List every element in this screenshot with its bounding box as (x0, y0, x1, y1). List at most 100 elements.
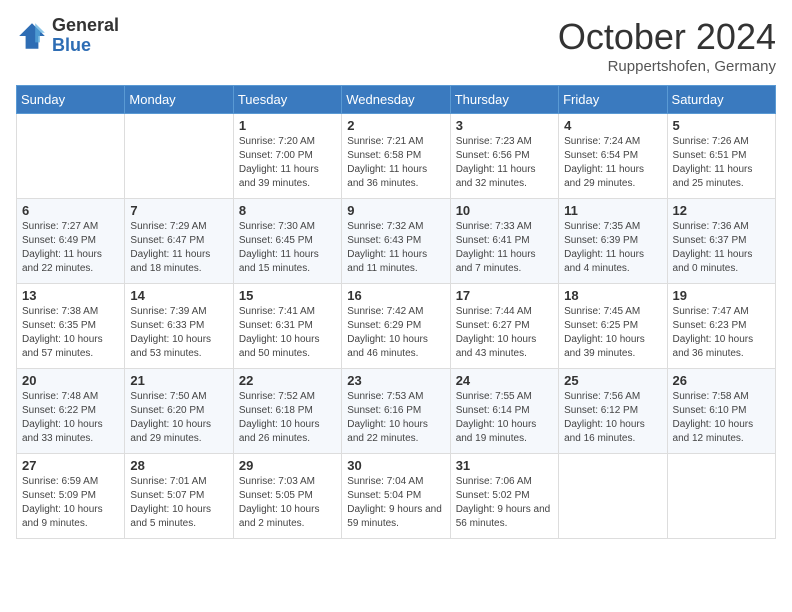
day-info: Sunrise: 7:47 AM Sunset: 6:23 PM Dayligh… (673, 305, 770, 361)
day-of-week-header: Tuesday (233, 86, 341, 114)
calendar-cell: 18 Sunrise: 7:45 AM Sunset: 6:25 PM Dayli… (559, 284, 667, 369)
calendar-cell: 24 Sunrise: 7:55 AM Sunset: 6:14 PM Dayli… (450, 369, 558, 454)
day-number: 8 (239, 203, 336, 218)
day-info: Sunrise: 7:24 AM Sunset: 6:54 PM Dayligh… (564, 135, 661, 191)
calendar-cell: 3 Sunrise: 7:23 AM Sunset: 6:56 PM Daylig… (450, 114, 558, 199)
day-number: 15 (239, 288, 336, 303)
day-number: 5 (673, 118, 770, 133)
day-of-week-header: Thursday (450, 86, 558, 114)
day-of-week-header: Friday (559, 86, 667, 114)
day-of-week-header: Sunday (17, 86, 125, 114)
calendar-cell: 29 Sunrise: 7:03 AM Sunset: 5:05 PM Dayli… (233, 454, 341, 539)
day-info: Sunrise: 6:59 AM Sunset: 5:09 PM Dayligh… (22, 475, 119, 531)
calendar-cell: 15 Sunrise: 7:41 AM Sunset: 6:31 PM Dayli… (233, 284, 341, 369)
calendar-cell: 23 Sunrise: 7:53 AM Sunset: 6:16 PM Dayli… (342, 369, 450, 454)
day-number: 16 (347, 288, 444, 303)
calendar-cell: 7 Sunrise: 7:29 AM Sunset: 6:47 PM Daylig… (125, 199, 233, 284)
day-info: Sunrise: 7:44 AM Sunset: 6:27 PM Dayligh… (456, 305, 553, 361)
day-info: Sunrise: 7:45 AM Sunset: 6:25 PM Dayligh… (564, 305, 661, 361)
day-number: 31 (456, 458, 553, 473)
calendar-cell: 2 Sunrise: 7:21 AM Sunset: 6:58 PM Daylig… (342, 114, 450, 199)
day-number: 24 (456, 373, 553, 388)
calendar-body: 1Sunrise: 7:20 AM Sunset: 7:00 PM Daylig… (17, 114, 776, 539)
day-number: 28 (130, 458, 227, 473)
day-number: 6 (22, 203, 119, 218)
calendar-cell (125, 114, 233, 199)
day-info: Sunrise: 7:26 AM Sunset: 6:51 PM Dayligh… (673, 135, 770, 191)
calendar-cell: 11 Sunrise: 7:35 AM Sunset: 6:39 PM Dayli… (559, 199, 667, 284)
calendar-cell: 6 Sunrise: 7:27 AM Sunset: 6:49 PM Daylig… (17, 199, 125, 284)
title-section: October 2024 Ruppertshofen, Germany (558, 16, 776, 75)
calendar-cell: 27 Sunrise: 6:59 AM Sunset: 5:09 PM Dayli… (17, 454, 125, 539)
day-info: Sunrise: 7:39 AM Sunset: 6:33 PM Dayligh… (130, 305, 227, 361)
calendar-cell: 8 Sunrise: 7:30 AM Sunset: 6:45 PM Daylig… (233, 199, 341, 284)
day-info: Sunrise: 7:53 AM Sunset: 6:16 PM Dayligh… (347, 390, 444, 446)
day-number: 21 (130, 373, 227, 388)
day-info: Sunrise: 7:04 AM Sunset: 5:04 PM Dayligh… (347, 475, 444, 531)
day-of-week-header: Wednesday (342, 86, 450, 114)
day-number: 29 (239, 458, 336, 473)
day-number: 23 (347, 373, 444, 388)
day-number: 2 (347, 118, 444, 133)
logo-text: General Blue (52, 16, 119, 56)
day-info: Sunrise: 7:21 AM Sunset: 6:58 PM Dayligh… (347, 135, 444, 191)
page-header: General Blue October 2024 Ruppertshofen,… (16, 16, 776, 75)
days-of-week-row: SundayMondayTuesdayWednesdayThursdayFrid… (17, 86, 776, 114)
day-info: Sunrise: 7:35 AM Sunset: 6:39 PM Dayligh… (564, 220, 661, 276)
day-info: Sunrise: 7:23 AM Sunset: 6:56 PM Dayligh… (456, 135, 553, 191)
calendar-cell: 28 Sunrise: 7:01 AM Sunset: 5:07 PM Dayli… (125, 454, 233, 539)
calendar-cell: 5 Sunrise: 7:26 AM Sunset: 6:51 PM Daylig… (667, 114, 775, 199)
calendar-cell: 30 Sunrise: 7:04 AM Sunset: 5:04 PM Dayli… (342, 454, 450, 539)
day-number: 11 (564, 203, 661, 218)
calendar-week-row: 20 Sunrise: 7:48 AM Sunset: 6:22 PM Dayli… (17, 369, 776, 454)
day-of-week-header: Monday (125, 86, 233, 114)
day-number: 18 (564, 288, 661, 303)
day-info: Sunrise: 7:58 AM Sunset: 6:10 PM Dayligh… (673, 390, 770, 446)
calendar-cell: 12 Sunrise: 7:36 AM Sunset: 6:37 PM Dayli… (667, 199, 775, 284)
calendar-cell (667, 454, 775, 539)
calendar-cell: 19 Sunrise: 7:47 AM Sunset: 6:23 PM Dayli… (667, 284, 775, 369)
day-info: Sunrise: 7:42 AM Sunset: 6:29 PM Dayligh… (347, 305, 444, 361)
calendar-cell: 31 Sunrise: 7:06 AM Sunset: 5:02 PM Dayli… (450, 454, 558, 539)
calendar-cell (17, 114, 125, 199)
calendar-cell: 14 Sunrise: 7:39 AM Sunset: 6:33 PM Dayli… (125, 284, 233, 369)
location: Ruppertshofen, Germany (558, 58, 776, 75)
calendar-cell: 25Sunrise: 7:56 AM Sunset: 6:12 PM Dayli… (559, 369, 667, 454)
day-info: Sunrise: 7:20 AM Sunset: 7:00 PM Dayligh… (239, 135, 336, 191)
day-of-week-header: Saturday (667, 86, 775, 114)
calendar-week-row: 13Sunrise: 7:38 AM Sunset: 6:35 PM Dayli… (17, 284, 776, 369)
day-number: 9 (347, 203, 444, 218)
calendar-cell: 21Sunrise: 7:50 AM Sunset: 6:20 PM Dayli… (125, 369, 233, 454)
calendar-week-row: 6 Sunrise: 7:27 AM Sunset: 6:49 PM Daylig… (17, 199, 776, 284)
logo-blue-text: Blue (52, 36, 119, 56)
calendar-cell: 9Sunrise: 7:32 AM Sunset: 6:43 PM Daylig… (342, 199, 450, 284)
calendar-cell: 22 Sunrise: 7:52 AM Sunset: 6:18 PM Dayli… (233, 369, 341, 454)
day-number: 22 (239, 373, 336, 388)
day-info: Sunrise: 7:56 AM Sunset: 6:12 PM Dayligh… (564, 390, 661, 446)
day-number: 30 (347, 458, 444, 473)
day-info: Sunrise: 7:41 AM Sunset: 6:31 PM Dayligh… (239, 305, 336, 361)
day-number: 14 (130, 288, 227, 303)
day-info: Sunrise: 7:03 AM Sunset: 5:05 PM Dayligh… (239, 475, 336, 531)
day-info: Sunrise: 7:55 AM Sunset: 6:14 PM Dayligh… (456, 390, 553, 446)
calendar-cell: 16 Sunrise: 7:42 AM Sunset: 6:29 PM Dayli… (342, 284, 450, 369)
day-number: 12 (673, 203, 770, 218)
day-number: 20 (22, 373, 119, 388)
day-number: 19 (673, 288, 770, 303)
day-info: Sunrise: 7:01 AM Sunset: 5:07 PM Dayligh… (130, 475, 227, 531)
day-info: Sunrise: 7:36 AM Sunset: 6:37 PM Dayligh… (673, 220, 770, 276)
logo-icon (16, 20, 48, 52)
day-number: 17 (456, 288, 553, 303)
day-info: Sunrise: 7:29 AM Sunset: 6:47 PM Dayligh… (130, 220, 227, 276)
logo: General Blue (16, 16, 119, 56)
day-info: Sunrise: 7:27 AM Sunset: 6:49 PM Dayligh… (22, 220, 119, 276)
calendar-cell (559, 454, 667, 539)
day-info: Sunrise: 7:52 AM Sunset: 6:18 PM Dayligh… (239, 390, 336, 446)
day-number: 27 (22, 458, 119, 473)
month-title: October 2024 (558, 16, 776, 58)
day-info: Sunrise: 7:48 AM Sunset: 6:22 PM Dayligh… (22, 390, 119, 446)
day-info: Sunrise: 7:30 AM Sunset: 6:45 PM Dayligh… (239, 220, 336, 276)
day-info: Sunrise: 7:06 AM Sunset: 5:02 PM Dayligh… (456, 475, 553, 531)
day-number: 7 (130, 203, 227, 218)
day-number: 3 (456, 118, 553, 133)
